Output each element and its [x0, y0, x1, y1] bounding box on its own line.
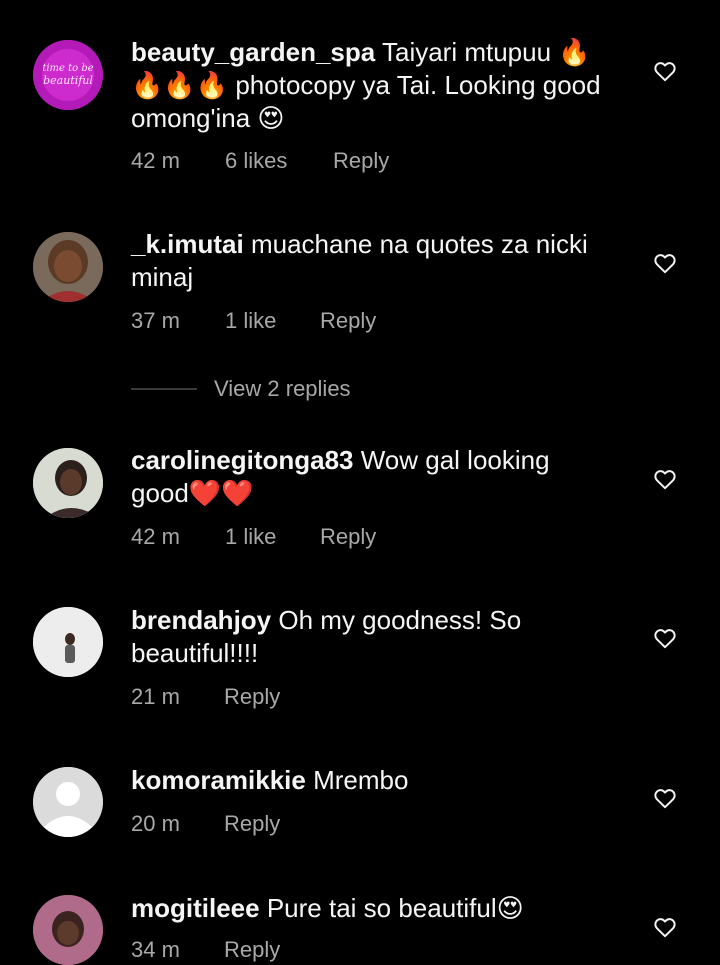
svg-text:beautiful: beautiful [43, 74, 93, 87]
comment-timestamp: 42 m [131, 148, 180, 173]
avatar-neon-sign-image: time to be beautiful [33, 40, 103, 110]
comment-username[interactable]: komoramikkie [131, 765, 306, 795]
avatar-photo [33, 448, 103, 518]
reply-button[interactable]: Reply [320, 524, 376, 550]
heart-outline-icon[interactable] [652, 625, 678, 651]
comment-timestamp: 42 m [131, 524, 180, 549]
comment-timestamp: 21 m [131, 684, 180, 709]
avatar[interactable] [33, 448, 103, 518]
comment-body: Pure tai so beautiful😍 [266, 893, 524, 923]
heart-outline-icon[interactable] [652, 466, 678, 492]
comment-text: komoramikkie Mrembo [131, 764, 611, 797]
comment-text: carolinegitonga83 Wow gal looking good❤️… [131, 444, 611, 510]
heart-outline-icon[interactable] [652, 58, 678, 84]
default-avatar-icon[interactable] [33, 767, 103, 837]
avatar-photo [33, 232, 103, 302]
avatar[interactable] [33, 895, 103, 965]
comment-timestamp: 34 m [131, 937, 180, 962]
comment-likes-count[interactable]: 6 likes [225, 148, 287, 174]
reply-button[interactable]: Reply [224, 937, 280, 963]
comment-username[interactable]: beauty_garden_spa [131, 37, 375, 67]
comment-body: Mrembo [313, 765, 409, 795]
reply-button[interactable]: Reply [333, 148, 389, 174]
svg-text:time to be: time to be [42, 63, 93, 74]
heart-outline-icon[interactable] [652, 914, 678, 940]
avatar[interactable]: time to be beautiful [33, 40, 103, 110]
avatar[interactable] [33, 232, 103, 302]
view-replies-label[interactable]: View 2 replies [214, 376, 351, 402]
comment-username[interactable]: mogitileee [131, 893, 260, 923]
comment-timestamp: 37 m [131, 308, 180, 333]
divider [131, 388, 197, 390]
reply-button[interactable]: Reply [320, 308, 376, 334]
reply-button[interactable]: Reply [224, 684, 280, 710]
heart-outline-icon[interactable] [652, 250, 678, 276]
comment-text: _k.imutai muachane na quotes za nicki mi… [131, 228, 611, 294]
comment-timestamp: 20 m [131, 811, 180, 836]
avatar[interactable] [33, 607, 103, 677]
comment-likes-count[interactable]: 1 like [225, 308, 276, 334]
reply-button[interactable]: Reply [224, 811, 280, 837]
comment-text: beauty_garden_spa Taiyari mtupuu 🔥 🔥🔥🔥 p… [131, 36, 611, 135]
comment-username[interactable]: carolinegitonga83 [131, 445, 354, 475]
heart-outline-icon[interactable] [652, 785, 678, 811]
avatar-photo [33, 895, 103, 965]
comment-username[interactable]: _k.imutai [131, 229, 244, 259]
avatar-photo [33, 607, 103, 677]
comment-text: brendahjoy Oh my goodness! So beautiful!… [131, 604, 611, 670]
comment-likes-count[interactable]: 1 like [225, 524, 276, 550]
comment-username[interactable]: brendahjoy [131, 605, 271, 635]
comment-text: mogitileee Pure tai so beautiful😍 [131, 892, 611, 925]
view-replies-button[interactable]: View 2 replies [131, 376, 431, 402]
